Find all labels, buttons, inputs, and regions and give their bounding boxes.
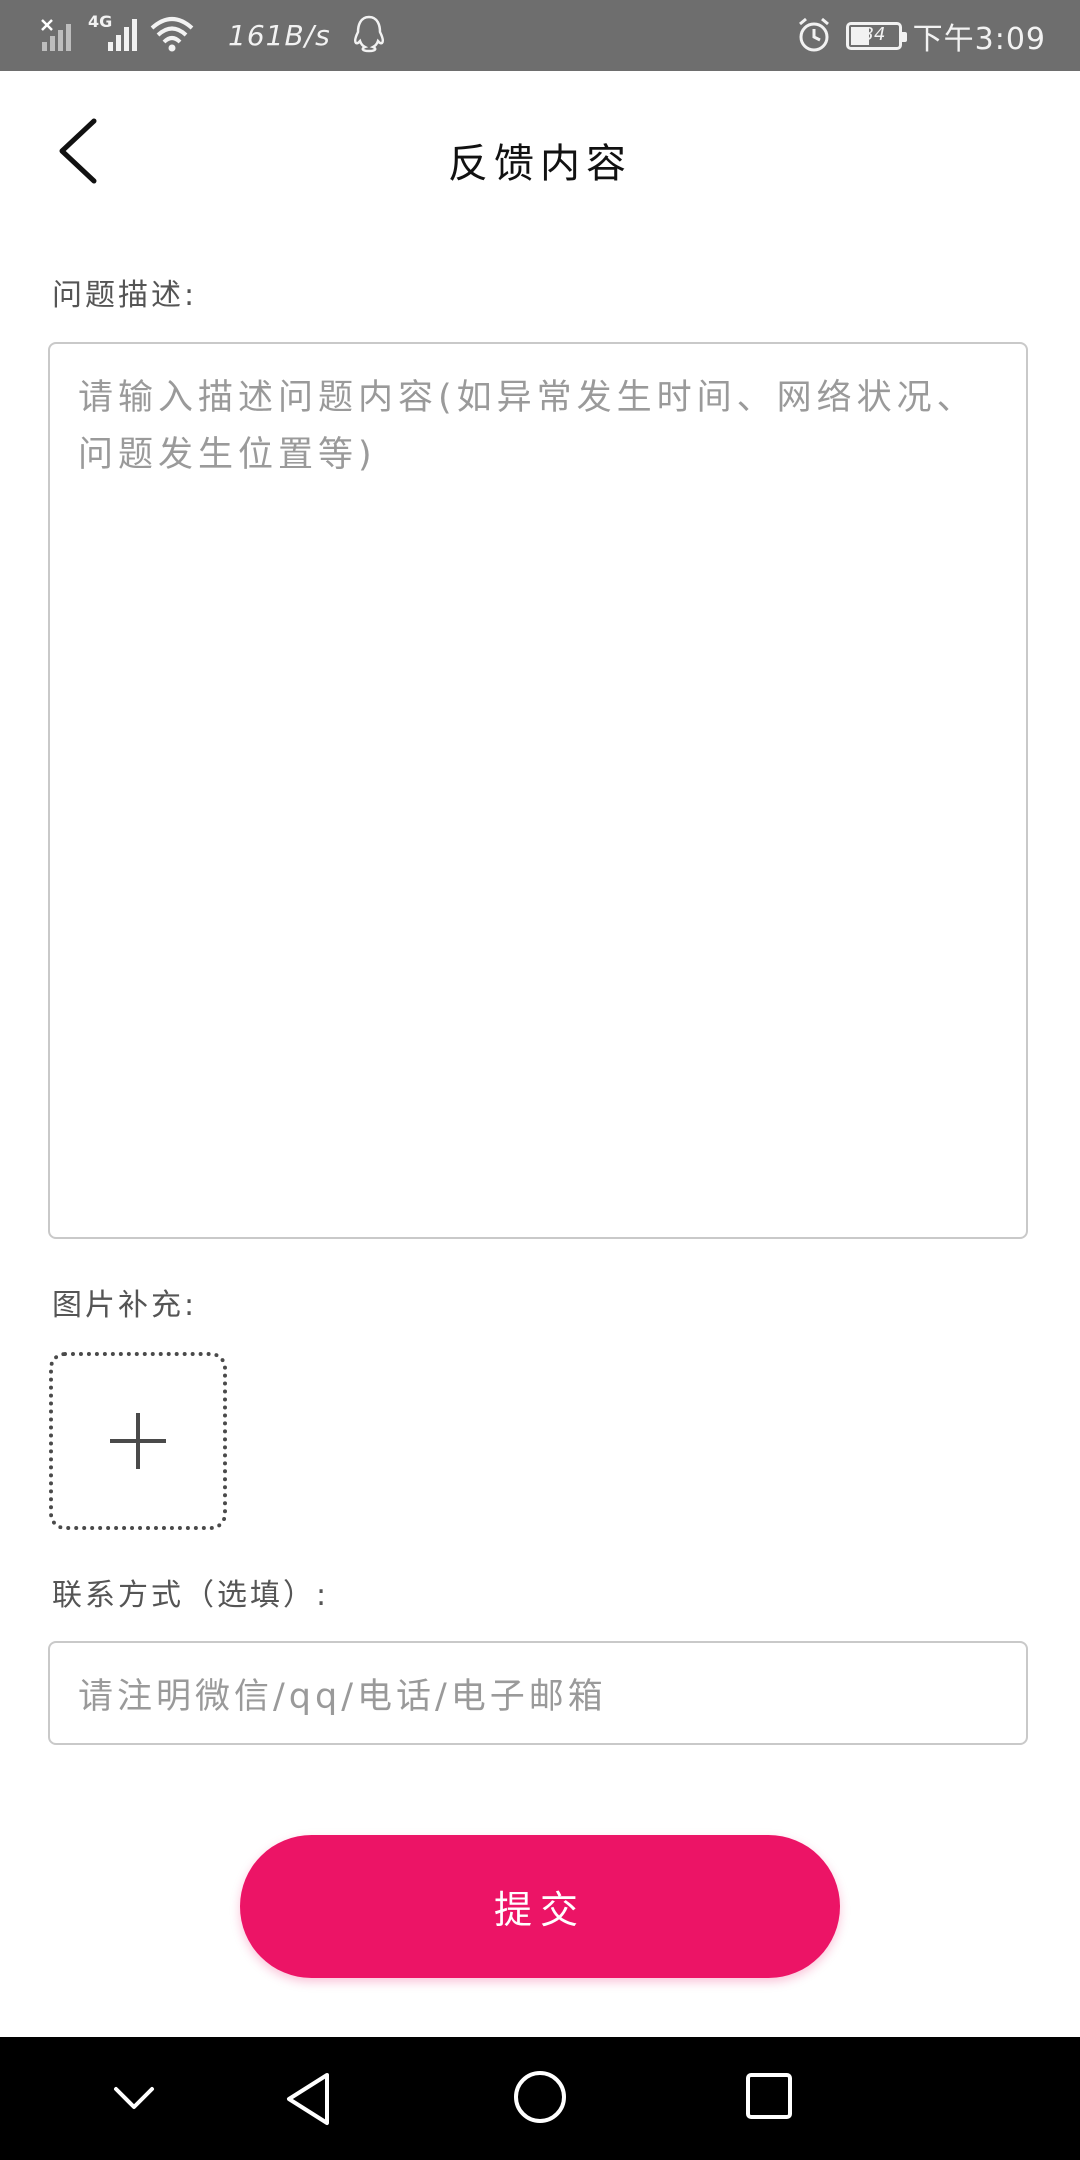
page-title: 反馈内容 xyxy=(448,141,632,187)
back-triangle-icon[interactable] xyxy=(283,2071,335,2127)
clock: 下午3:09 xyxy=(912,21,1046,57)
add-image-button[interactable] xyxy=(49,1352,227,1530)
alarm-icon xyxy=(799,17,829,52)
qq-icon xyxy=(353,15,385,53)
no-sim-signal-icon xyxy=(41,19,71,51)
battery-level: 34 xyxy=(862,23,886,45)
system-nav-bar xyxy=(0,2037,1080,2160)
images-label: 图片补充: xyxy=(52,1288,198,1323)
status-bar: 4G 161B/s 34 下午3:09 xyxy=(0,0,1080,71)
net-speed: 161B/s xyxy=(228,19,331,52)
app-header: 反馈内容 xyxy=(0,71,1080,236)
wifi-icon xyxy=(150,17,194,52)
battery-icon: 34 xyxy=(846,0,907,71)
submit-label: 提交 xyxy=(493,1888,586,1932)
plus-icon xyxy=(110,1413,166,1469)
chevron-down-icon[interactable] xyxy=(110,2079,158,2119)
description-label: 问题描述: xyxy=(52,278,198,313)
description-textarea[interactable]: 请输入描述问题内容(如异常发生时间、网络状况、问题发生位置等) xyxy=(48,342,1028,1239)
contact-label: 联系方式（选填）: xyxy=(52,1578,330,1613)
contact-input[interactable]: 请注明微信/qq/电话/电子邮箱 xyxy=(48,1641,1028,1745)
description-placeholder: 请输入描述问题内容(如异常发生时间、网络状况、问题发生位置等) xyxy=(78,378,977,475)
submit-button[interactable]: 提交 xyxy=(240,1835,840,1978)
signal-icon xyxy=(108,19,137,51)
home-circle-icon[interactable] xyxy=(512,2069,568,2125)
contact-placeholder: 请注明微信/qq/电话/电子邮箱 xyxy=(78,1676,607,1717)
recents-square-icon[interactable] xyxy=(744,2071,794,2121)
